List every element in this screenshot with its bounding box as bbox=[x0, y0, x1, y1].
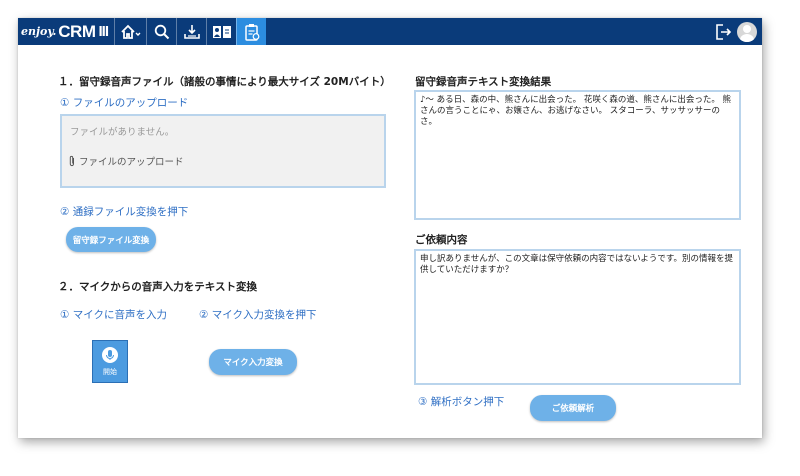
section2-heading: ２．マイクからの音声入力をテキスト変換 bbox=[58, 281, 257, 293]
transcription-result-textarea[interactable]: ♪～ ある日、森の中、熊さんに出会った。 花咲く森の道、熊さんに出会った。 熊さ… bbox=[414, 90, 741, 220]
request-heading: ご依頼内容 bbox=[415, 234, 468, 246]
no-file-text: ファイルがありません。 bbox=[70, 127, 175, 138]
download-icon bbox=[183, 24, 200, 39]
step-analyze: ③ 解析ボタン押下 bbox=[418, 396, 505, 408]
app-window: enjoy. CRM III １．留守録音声ファイル（諸般の事情により最大サイズ… bbox=[18, 18, 762, 438]
file-upload-link[interactable]: ファイルのアップロード bbox=[68, 154, 184, 168]
section1-heading: １．留守録音声ファイル（諸般の事情により最大サイズ 20Mバイト） bbox=[58, 76, 391, 88]
user-avatar[interactable] bbox=[737, 21, 757, 42]
logout-button[interactable] bbox=[711, 18, 735, 45]
home-menu-button[interactable] bbox=[114, 18, 146, 45]
app-logo[interactable]: enjoy. CRM III bbox=[18, 18, 114, 45]
search-button[interactable] bbox=[146, 18, 176, 45]
voice-to-text-tab[interactable] bbox=[236, 18, 267, 45]
clipboard-icon bbox=[244, 23, 259, 41]
top-nav-bar: enjoy. CRM III bbox=[18, 18, 762, 45]
contacts-book-button[interactable] bbox=[206, 18, 236, 45]
step-mic-input: ① マイクに音声を入力 bbox=[60, 309, 168, 321]
voicemail-file-convert-button[interactable]: 留守録ファイル変換 bbox=[66, 227, 156, 252]
mic-start-button[interactable]: 開始 bbox=[92, 340, 128, 383]
mic-input-convert-button[interactable]: マイク入力変換 bbox=[209, 349, 297, 375]
step-convert-file: ② 通録ファイル変換を押下 bbox=[60, 206, 189, 218]
result-heading: 留守録音声テキスト変換結果 bbox=[415, 76, 552, 88]
step-upload-file: ① ファイルのアップロード bbox=[60, 97, 189, 109]
microphone-icon bbox=[102, 347, 118, 363]
request-analyze-button[interactable]: ご依頼解析 bbox=[530, 395, 616, 421]
paperclip-icon bbox=[69, 155, 74, 167]
request-content-textarea[interactable]: 申し訳ありませんが、この文章は保守依頼の内容ではないようです。別の情報を提供して… bbox=[414, 249, 741, 385]
file-upload-dropzone[interactable]: ファイルがありません。 ファイルのアップロード bbox=[60, 114, 386, 188]
download-button[interactable] bbox=[176, 18, 206, 45]
logout-icon bbox=[716, 23, 732, 40]
step-mic-convert: ② マイク入力変換を押下 bbox=[199, 309, 317, 321]
search-icon bbox=[154, 24, 169, 39]
home-icon bbox=[120, 24, 141, 39]
book-icon bbox=[212, 25, 231, 38]
